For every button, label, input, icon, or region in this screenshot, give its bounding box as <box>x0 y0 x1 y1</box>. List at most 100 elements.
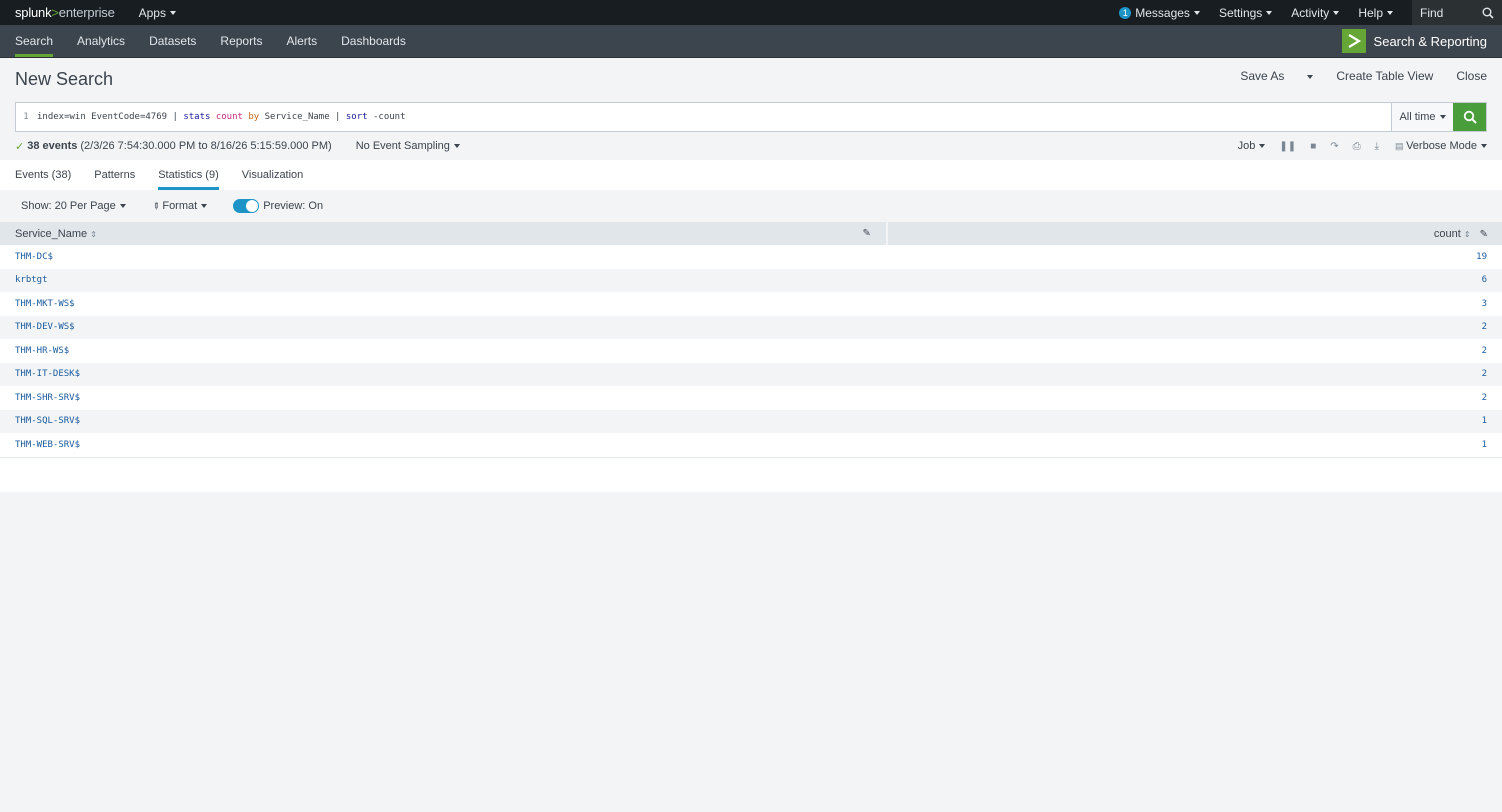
settings-menu[interactable]: Settings <box>1219 6 1273 20</box>
edit-column-icon[interactable]: ✎ <box>862 228 870 239</box>
job-menu[interactable]: Job <box>1238 140 1266 152</box>
event-sampling-dropdown[interactable]: No Event Sampling <box>356 140 460 152</box>
table-controls: Show: 20 Per Page ✎ Format Preview: On <box>0 190 1502 222</box>
activity-label: Activity <box>1291 5 1330 20</box>
messages-count-badge: 1 <box>1119 6 1132 19</box>
page-size-dropdown[interactable]: Show: 20 Per Page <box>21 200 126 212</box>
sort-icon[interactable]: ⇕ <box>90 230 97 239</box>
edit-column-icon[interactable]: ✎ <box>1480 229 1488 240</box>
query-keyword: by <box>248 112 260 122</box>
chevron-down-icon <box>1439 115 1446 119</box>
close-button[interactable]: Close <box>1456 69 1487 83</box>
save-as-label: Save As <box>1240 69 1285 83</box>
chevron-down-icon <box>1481 144 1487 149</box>
chevron-down-icon <box>1333 10 1340 15</box>
search-query-input[interactable]: index=win EventCode=4769 | stats count b… <box>36 103 1391 131</box>
share-icon[interactable]: ↷ <box>1330 141 1338 152</box>
chevron-down-icon <box>1193 10 1200 15</box>
service-name-cell[interactable]: THM-SQL-SRV$ <box>0 409 887 433</box>
print-icon[interactable]: ⎙ <box>1353 141 1361 152</box>
service-name-cell[interactable]: THM-MKT-WS$ <box>0 292 887 316</box>
tab-patterns[interactable]: Patterns <box>94 160 135 190</box>
preview-toggle[interactable] <box>233 199 260 213</box>
page-title: New Search <box>15 68 114 89</box>
column-header-count[interactable]: count ⇕ ✎ <box>885 222 1502 245</box>
app-nav-bar: Search Analytics Datasets Reports Alerts… <box>0 25 1502 58</box>
count-cell[interactable]: 1 <box>886 409 1502 433</box>
export-icon[interactable]: ⤓ <box>1375 141 1379 152</box>
chevron-down-icon <box>1307 74 1314 79</box>
table-row: THM-DC$ 19 <box>0 245 1502 269</box>
nav-alerts[interactable]: Alerts <box>286 25 317 57</box>
event-count: 38 events <box>27 140 78 152</box>
table-row: THM-IT-DESK$ 2 <box>0 362 1502 386</box>
mode-icon: ▤ <box>1395 141 1407 151</box>
search-button[interactable] <box>1453 103 1486 131</box>
messages-menu[interactable]: 1 Messages <box>1119 6 1200 20</box>
count-cell[interactable]: 6 <box>886 268 1502 292</box>
nav-analytics[interactable]: Analytics <box>77 25 125 57</box>
chevron-down-icon <box>1266 10 1273 15</box>
count-cell[interactable]: 2 <box>886 315 1502 339</box>
line-number: 1 <box>23 112 29 122</box>
service-name-cell[interactable]: THM-SHR-SRV$ <box>0 386 887 410</box>
sort-icon[interactable]: ⇕ <box>1464 230 1471 239</box>
chevron-down-icon <box>1387 10 1393 15</box>
save-as-button[interactable]: Save As <box>1217 69 1314 83</box>
tab-statistics[interactable]: Statistics (9) <box>158 160 219 190</box>
count-cell[interactable]: 1 <box>886 433 1502 457</box>
activity-menu[interactable]: Activity <box>1291 5 1340 20</box>
stop-icon[interactable]: ■ <box>1310 141 1316 152</box>
event-time-range: (2/3/26 7:54:30.000 PM to 8/16/26 5:15:5… <box>80 140 332 152</box>
count-cell[interactable]: 2 <box>886 339 1502 363</box>
tab-visualization[interactable]: Visualization <box>242 160 304 190</box>
sampling-label: No Event Sampling <box>355 140 450 152</box>
pause-icon[interactable]: ❚❚ <box>1279 141 1296 152</box>
column-label: Service_Name <box>15 227 88 240</box>
find-placeholder: Find <box>1420 5 1444 20</box>
column-label: count <box>1433 227 1461 240</box>
nav-dashboards[interactable]: Dashboards <box>341 25 406 57</box>
search-icon[interactable] <box>1482 7 1494 19</box>
results-tabs: Events (38) Patterns Statistics (9) Visu… <box>0 160 1502 190</box>
service-name-cell[interactable]: THM-HR-WS$ <box>0 339 887 363</box>
table-row: THM-SHR-SRV$ 2 <box>0 386 1502 410</box>
time-range-picker[interactable]: All time <box>1391 103 1453 131</box>
nav-reports[interactable]: Reports <box>220 25 262 57</box>
logo-subtext: enterprise <box>58 5 115 20</box>
count-cell[interactable]: 3 <box>886 292 1502 316</box>
find-input[interactable]: Find <box>1412 0 1502 25</box>
nav-search[interactable]: Search <box>15 25 54 57</box>
tab-events[interactable]: Events (38) <box>15 160 71 190</box>
service-name-cell[interactable]: THM-DC$ <box>0 245 887 269</box>
nav-datasets[interactable]: Datasets <box>149 25 196 57</box>
job-status-bar: ✓ 38 events (2/3/26 7:54:30.000 PM to 8/… <box>0 132 1502 160</box>
search-mode-label: Verbose Mode <box>1406 140 1477 152</box>
messages-label: Messages <box>1135 5 1190 20</box>
chevron-down-icon <box>169 10 176 15</box>
splunk-logo[interactable]: splunk>enterprise <box>15 5 115 20</box>
service-name-cell[interactable]: THM-IT-DESK$ <box>0 362 887 386</box>
chevron-down-icon <box>1259 144 1266 149</box>
service-name-cell[interactable]: THM-WEB-SRV$ <box>0 433 887 457</box>
help-menu[interactable]: Help <box>1358 6 1393 20</box>
app-title[interactable]: Search & Reporting <box>1341 25 1502 57</box>
query-text: index=win EventCode=4769 | <box>37 112 184 122</box>
search-mode-dropdown[interactable]: ▤ Verbose Mode <box>1395 140 1487 152</box>
format-dropdown[interactable]: ✎ Format <box>150 199 208 212</box>
format-label: Format <box>162 200 198 212</box>
apps-menu[interactable]: Apps <box>139 6 176 20</box>
service-name-cell[interactable]: THM-DEV-WS$ <box>0 315 887 339</box>
preview-toggle-group: Preview: On <box>233 199 323 213</box>
count-cell[interactable]: 2 <box>886 362 1502 386</box>
query-command: stats <box>183 112 211 122</box>
create-table-view-button[interactable]: Create Table View <box>1336 69 1433 83</box>
help-label: Help <box>1358 5 1383 20</box>
check-icon: ✓ <box>15 140 25 153</box>
count-cell[interactable]: 2 <box>886 386 1502 410</box>
query-text: -count <box>367 112 406 122</box>
service-name-cell[interactable]: krbtgt <box>0 268 887 292</box>
search-bar: 1 index=win EventCode=4769 | stats count… <box>15 102 1487 132</box>
column-header-service-name[interactable]: Service_Name ⇕ ✎ <box>0 222 887 245</box>
count-cell[interactable]: 19 <box>886 245 1502 269</box>
